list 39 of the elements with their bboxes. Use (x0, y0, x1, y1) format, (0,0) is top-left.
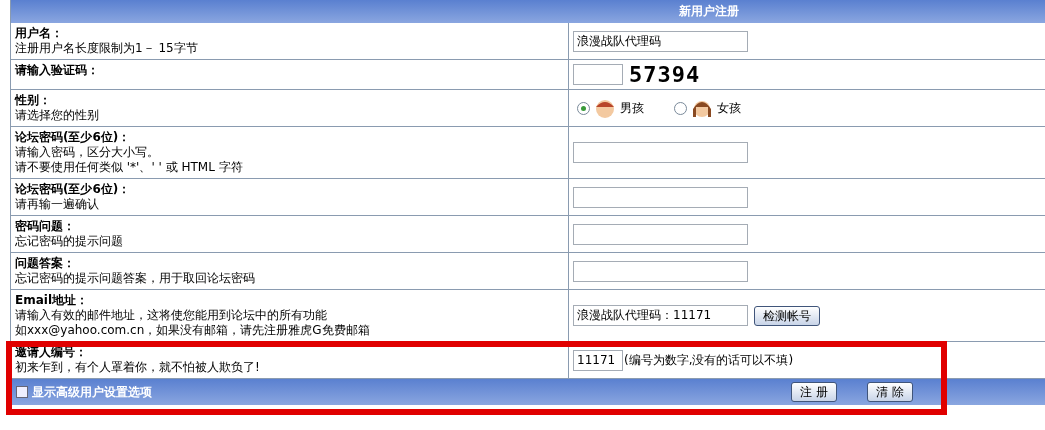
input-field[interactable] (573, 142, 748, 163)
field-label: 用户名： (15, 26, 64, 41)
field-hint: 请不要使用任何类似 '*'、' ' 或 HTML 字符 (15, 160, 244, 175)
field-hint: 请输入有效的邮件地址，这将使您能用到论坛中的所有功能 (15, 308, 328, 323)
field-hint: 忘记密码的提示问题答案，用于取回论坛密码 (15, 271, 256, 286)
register-button[interactable]: 注 册 (791, 382, 838, 402)
input-field[interactable] (573, 260, 748, 282)
input-field[interactable]: 浪漫战队代理码：11171 (573, 305, 748, 326)
captcha-image: 57394 (629, 67, 701, 82)
checkbox-label: 显示高级用户设置选项 (32, 384, 152, 400)
field-label: 问题答案： (15, 256, 76, 271)
input-field[interactable]: 11171 (573, 349, 623, 371)
field-label: 请输入验证码： (15, 63, 100, 78)
form-title: 新用户注册 (679, 4, 739, 19)
field-hint: 请选择您的性别 (15, 108, 100, 123)
clear-button[interactable]: 清 除 (867, 382, 913, 402)
field-hint: 忘记密码的提示问题 (15, 234, 124, 249)
field-label: 性别： (15, 93, 52, 108)
field-label: Email地址： (15, 293, 90, 308)
field-label: 密码问题： (15, 219, 76, 234)
input-field[interactable]: 浪漫战队代理码 (573, 30, 748, 52)
input-field[interactable] (573, 223, 748, 245)
input-note: (编号为数字,没有的话可以不填) (624, 352, 794, 368)
field-label: 论坛密码(至少6位)： (15, 182, 132, 197)
input-field[interactable] (573, 186, 748, 208)
option-label: 男孩 (620, 100, 644, 116)
field-hint: 请再输一遍确认 (15, 197, 100, 212)
field-hint: 如xxx@yahoo.com.cn，如果没有邮箱，请先注册雅虎G免费邮箱 (15, 323, 371, 338)
input-field[interactable] (573, 64, 623, 85)
field-hint: 请输入密码，区分大小写。 (15, 145, 160, 160)
check-account-button[interactable]: 检测帐号 (754, 305, 820, 326)
field-hint: 初来乍到，有个人罩着你，就不怕被人欺负了! (15, 360, 261, 375)
radio-button[interactable] (674, 101, 687, 115)
field-hint: 注册用户名长度限制为1－ 15字节 (15, 41, 199, 56)
radio-button[interactable] (577, 101, 590, 115)
checkbox[interactable] (16, 386, 28, 398)
option-label: 女孩 (717, 100, 741, 116)
field-label: 论坛密码(至少6位)： (15, 130, 132, 145)
avatar-icon (594, 97, 616, 119)
